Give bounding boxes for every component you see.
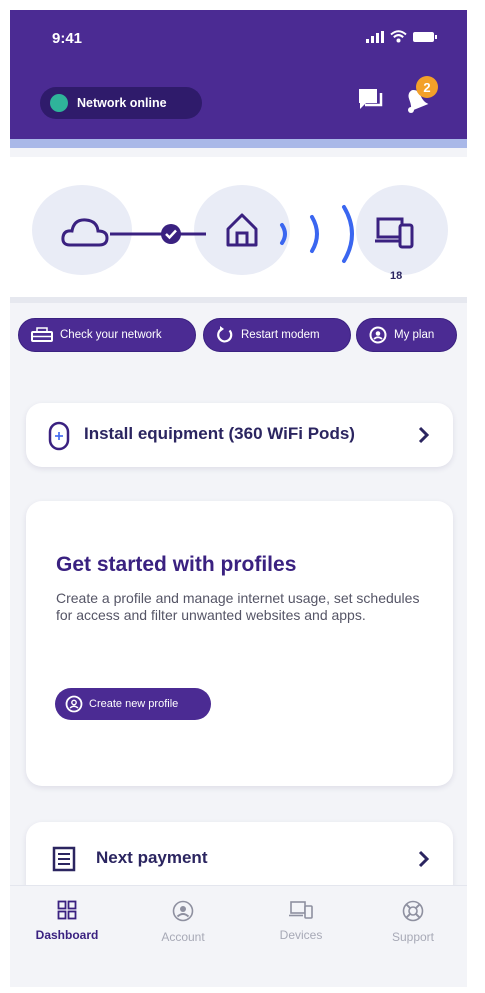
- online-indicator: [50, 94, 68, 112]
- wifi-pod-icon: [48, 421, 70, 451]
- network-status-pill[interactable]: Network online: [40, 87, 202, 119]
- quick-actions: Check your network Restart modem My plan: [10, 309, 467, 367]
- tab-devices[interactable]: Devices: [256, 900, 346, 942]
- tab-dashboard-label: Dashboard: [35, 928, 99, 942]
- restart-modem-button[interactable]: Restart modem: [203, 318, 351, 352]
- cloud-icon: [61, 218, 109, 247]
- chevron-right-icon: [418, 426, 430, 444]
- notification-badge: 2: [416, 76, 438, 98]
- status-icons: [366, 30, 437, 43]
- phone-screen: 9:41 Network online 2 18 Check your netw…: [10, 10, 467, 987]
- create-profile-button[interactable]: Create new profile: [55, 688, 211, 720]
- wifi-icon: [390, 30, 407, 43]
- battery-icon: [413, 31, 437, 42]
- app-header: 9:41 Network online 2: [10, 10, 467, 148]
- install-equipment-card[interactable]: Install equipment (360 WiFi Pods): [26, 403, 453, 467]
- invoice-icon: [52, 846, 76, 872]
- network-topology[interactable]: 18: [10, 157, 467, 303]
- status-time: 9:41: [52, 30, 83, 47]
- signal-icon: [366, 30, 384, 43]
- check-network-label: Check your network: [60, 329, 162, 341]
- my-plan-button[interactable]: My plan: [356, 318, 457, 352]
- router-icon: [31, 327, 53, 342]
- next-payment-label: Next payment: [96, 848, 208, 867]
- lifebuoy-icon: [402, 900, 424, 922]
- tab-devices-label: Devices: [279, 928, 323, 942]
- profiles-card: Get started with profiles Create a profi…: [26, 501, 453, 786]
- tab-support-label: Support: [391, 930, 435, 944]
- wifi-waves-icon: [280, 205, 354, 263]
- chat-icon[interactable]: [356, 84, 386, 114]
- restart-modem-label: Restart modem: [241, 329, 320, 341]
- dashboard-icon: [57, 900, 77, 920]
- profile-add-icon: [65, 695, 83, 713]
- device-count: 18: [390, 270, 403, 282]
- devices-icon: [289, 901, 313, 919]
- connected-check-icon: [161, 224, 181, 244]
- create-profile-label: Create new profile: [89, 698, 179, 710]
- tab-account[interactable]: Account: [138, 900, 228, 944]
- my-plan-label: My plan: [394, 329, 435, 341]
- check-network-button[interactable]: Check your network: [18, 318, 196, 352]
- tab-dashboard[interactable]: Dashboard: [22, 900, 112, 942]
- restart-icon: [217, 326, 233, 343]
- profiles-title: Get started with profiles: [56, 553, 297, 576]
- install-equipment-label: Install equipment (360 WiFi Pods): [84, 424, 355, 443]
- devices-icon: [375, 217, 414, 249]
- home-icon: [226, 213, 258, 247]
- profiles-description: Create a profile and manage internet usa…: [56, 590, 420, 623]
- network-status-label: Network online: [77, 96, 167, 110]
- bottom-tab-bar: Dashboard Account Devices Support: [10, 885, 467, 987]
- chevron-right-icon: [418, 850, 430, 868]
- account-icon: [172, 900, 194, 922]
- tab-support[interactable]: Support: [368, 900, 458, 944]
- tab-account-label: Account: [161, 930, 205, 944]
- plan-icon: [369, 326, 387, 344]
